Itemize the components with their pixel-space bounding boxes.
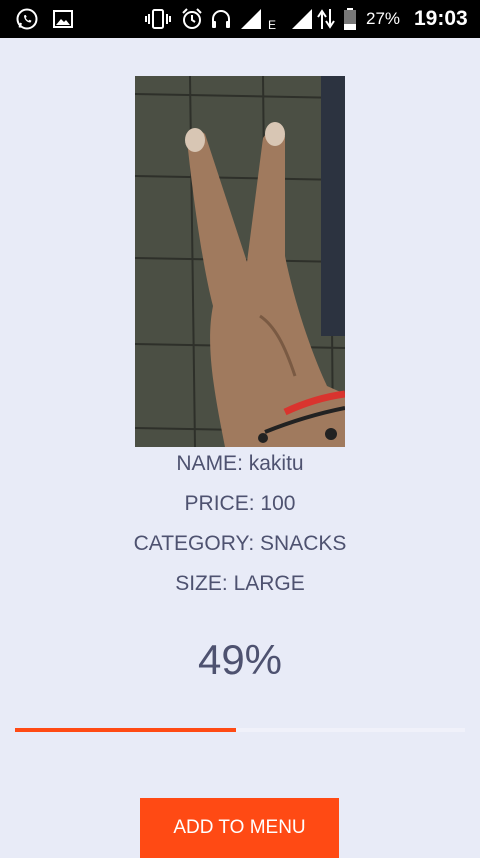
progress-percent: 49% — [197, 636, 283, 683]
alarm-icon — [179, 0, 205, 38]
progress-bar-fill — [15, 728, 236, 732]
product-size: SIZE: LARGE — [175, 572, 305, 595]
progress-bar — [15, 728, 465, 732]
clock: 19:03 — [414, 7, 468, 30]
battery-percent: 27% — [366, 9, 401, 28]
product-price: PRICE: 100 — [184, 492, 296, 515]
network-type-label: E — [268, 18, 277, 32]
vibrate-icon — [144, 0, 172, 38]
product-category: CATEGORY: SNACKS — [133, 532, 347, 555]
product-photo — [135, 76, 345, 447]
data-arrows-icon — [315, 0, 337, 38]
battery-icon — [342, 0, 358, 38]
product-name: NAME: kakitu — [176, 452, 304, 475]
gallery-icon — [52, 0, 74, 38]
signal-icon — [239, 0, 263, 38]
whatsapp-icon — [14, 0, 40, 38]
status-bar: E 27% 19:03 — [0, 0, 480, 38]
signal-icon — [290, 0, 314, 38]
headset-icon — [208, 0, 234, 38]
add-to-menu-button[interactable]: ADD TO MENU — [140, 798, 339, 858]
